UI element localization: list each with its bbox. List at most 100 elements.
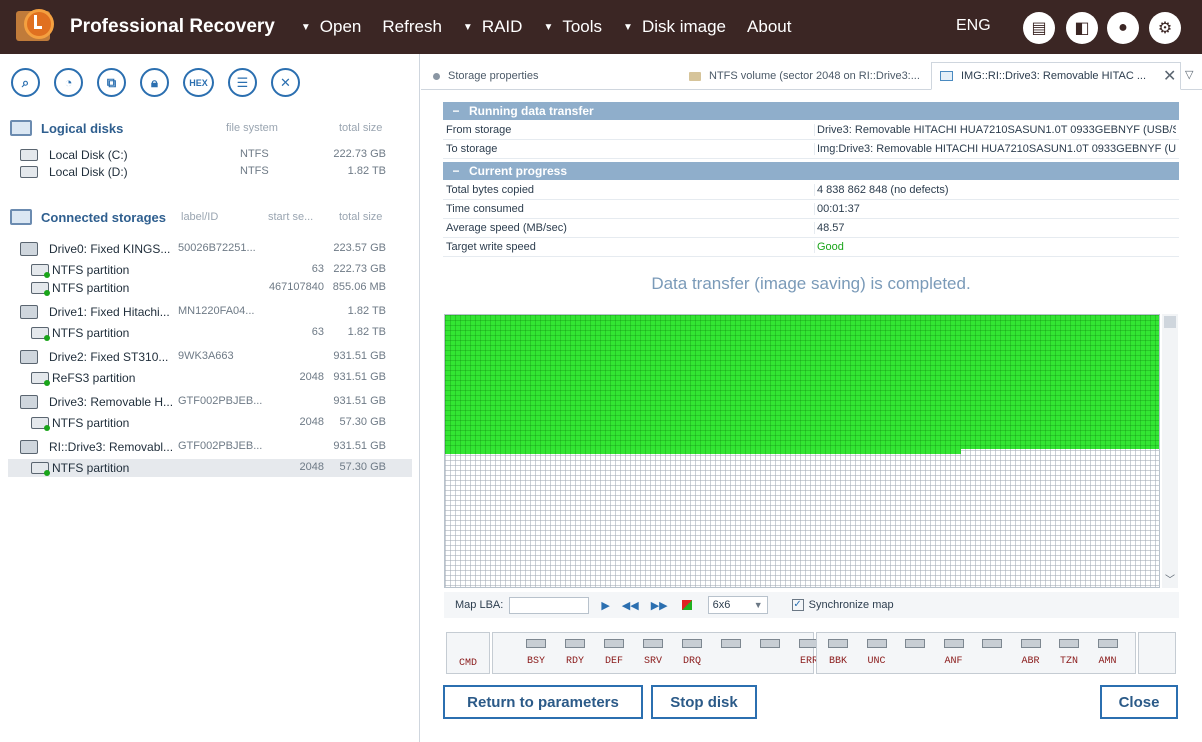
copy-icon[interactable]: ⧉ [97, 68, 126, 97]
close-icon[interactable]: ✕ [271, 68, 300, 97]
list-item-drive[interactable]: Drive2: Fixed ST310... 9WK3A663 931.51 GB [8, 348, 412, 366]
storage-name: Drive3: Removable H... [49, 395, 174, 409]
col-label-id: label/ID [181, 211, 219, 223]
map-toolbar: Map LBA: ▶ ◀◀ ▶▶ 6x6 ▼ ✓ Synchronize map [444, 592, 1179, 618]
disk-map-scrollbar[interactable]: ﹀ [1162, 314, 1178, 588]
register-empty [897, 639, 933, 656]
menu-tools[interactable]: ▼ Tools [543, 17, 602, 37]
register-empty [752, 639, 788, 656]
list-item-drive[interactable]: Drive1: Fixed Hitachi... MN1220FA04... 1.8… [8, 303, 412, 321]
storage-id: 9WK3A663 [178, 350, 234, 362]
list-icon[interactable]: ☰ [228, 68, 257, 97]
user-icon[interactable]: ● [1107, 12, 1139, 44]
disk-map[interactable] [444, 314, 1160, 588]
tab-storage-properties[interactable]: Storage properties [433, 62, 683, 90]
sync-map-checkbox[interactable]: ✓ [791, 599, 804, 611]
prop-average-speed: Average speed (MB/sec) 48.57 [443, 219, 1179, 238]
main-menu: ▼ Open Refresh ▼ RAID ▼ Tools ▼ Disk image A… [301, 0, 813, 54]
app-title: Professional Recovery [70, 16, 275, 37]
list-item-partition[interactable]: NTFS partition 467107840 855.06 MB [8, 279, 412, 297]
tab-list-icon[interactable]: ▽ [1185, 68, 1193, 81]
language-selector[interactable]: ENG [956, 17, 991, 35]
menu-about[interactable]: About [747, 17, 791, 37]
register-bsy: BSY [518, 639, 554, 667]
list-item-partition[interactable]: ReFS3 partition 2048 931.51 GB [8, 369, 412, 387]
list-item-logical-disk[interactable]: Local Disk (D:) NTFS 1.82 TB [8, 163, 412, 181]
storage-id: GTF002PBJEB... [178, 395, 262, 407]
list-item-logical-disk[interactable]: Local Disk (C:) NTFS 222.73 GB [8, 146, 412, 164]
menu-raid[interactable]: ▼ RAID [463, 17, 523, 37]
chart-icon[interactable]: ◔ [54, 68, 83, 97]
close-button[interactable]: Close [1100, 685, 1178, 719]
caret-down-icon: ▼ [623, 21, 633, 33]
drive-icon [20, 440, 38, 454]
return-to-parameters-button[interactable]: Return to parameters [443, 685, 643, 719]
menu-refresh[interactable]: Refresh [382, 17, 442, 37]
menu-open-label: Open [319, 17, 362, 36]
prop-value: 4 838 862 848 (no defects) [814, 184, 1176, 196]
menu-about-label: About [747, 17, 792, 36]
register-label: TZN [1059, 656, 1078, 667]
list-item-partition[interactable]: NTFS partition 63 222.73 GB [8, 261, 412, 279]
menu-disk-image[interactable]: ▼ Disk image [623, 17, 726, 37]
scroll-thumb[interactable] [1164, 316, 1176, 328]
lock-icon[interactable]: 🔒︎ [140, 68, 169, 97]
chevron-down-icon: ▼ [753, 600, 763, 610]
col-total-size: total size [339, 211, 383, 223]
group-current-progress[interactable]: − Current progress [443, 162, 1179, 180]
search-icon[interactable]: ⌕ [11, 68, 40, 97]
list-item-drive[interactable]: Drive3: Removable H... GTF002PBJEB... 931.… [8, 393, 412, 411]
register-panel: CMD BSY RDY DEF SRV DRQ ERR BBK UNC ANF ABR TZN AM… [446, 632, 1178, 674]
fast-forward-icon[interactable]: ▶▶ [651, 599, 668, 612]
menu-open[interactable]: ▼ Open [301, 17, 362, 37]
list-item-partition[interactable]: NTFS partition 2048 57.30 GB [8, 414, 412, 432]
register-label: BBK [828, 656, 847, 667]
connected-storages-header: Connected storages label/ID start se... … [10, 207, 410, 227]
led-indicator [760, 639, 780, 648]
legend-icon[interactable] [681, 600, 692, 610]
list-item-partition[interactable]: NTFS partition 63 1.82 TB [8, 324, 412, 342]
led-indicator [721, 639, 741, 648]
hex-icon[interactable]: HEX [183, 68, 214, 97]
log-icon[interactable]: ▤ [1023, 12, 1055, 44]
left-toolbar: ⌕ ◔ ⧉ 🔒︎ HEX ☰ ✕ [0, 54, 419, 97]
block-size-select[interactable]: 6x6 ▼ [707, 596, 768, 614]
partition-icon [31, 282, 50, 296]
app-logo-icon [14, 5, 58, 49]
settings-gear-icon[interactable]: ⚙ [1149, 12, 1181, 44]
error-register-box: BBK UNC ANF ABR TZN AMN [816, 632, 1136, 674]
logical-disks-header: Logical disks file system total size [10, 118, 410, 138]
chevron-down-icon[interactable]: ﹀ [1165, 571, 1175, 586]
list-item-drive[interactable]: RI::Drive3: Removabl... GTF002PBJEB... 931… [8, 438, 412, 456]
led-indicator [982, 639, 1002, 648]
caret-down-icon: ▼ [543, 21, 554, 33]
storage-size: 931.51 GB [333, 371, 386, 383]
register-empty [974, 639, 1010, 656]
map-lba-input[interactable] [509, 596, 590, 614]
storage-name: Drive0: Fixed KINGS... [49, 242, 171, 256]
play-icon[interactable]: ▶ [601, 599, 609, 612]
partition-icon [31, 327, 50, 341]
stop-disk-button[interactable]: Stop disk [651, 685, 757, 719]
panels-icon[interactable]: ◧ [1066, 12, 1098, 44]
disk-size: 1.82 TB [347, 165, 386, 177]
rewind-icon[interactable]: ◀◀ [622, 599, 639, 612]
register-label: DEF [604, 656, 623, 667]
map-lba-label: Map LBA: [455, 599, 504, 611]
image-transfer-panel: Storage properties NTFS volume (sector 2… [421, 54, 1202, 742]
prop-key: To storage [446, 143, 498, 155]
col-total-size: total size [339, 122, 383, 134]
drive-icon [20, 242, 38, 256]
tab-close-icon[interactable]: ✕ [1163, 66, 1176, 86]
register-srv: SRV [635, 639, 671, 667]
list-item-partition[interactable]: NTFS partition 2048 57.30 GB [8, 459, 412, 477]
disk-name: Local Disk (D:) [49, 165, 128, 179]
storage-name: NTFS partition [52, 416, 130, 430]
tab-ntfs-volume[interactable]: NTFS volume (sector 2048 on RI::Drive3:.… [689, 62, 929, 90]
tab-image[interactable]: IMG::RI::Drive3: Removable HITAC ... [931, 62, 1181, 90]
storage-id: 50026B72251... [178, 242, 256, 254]
list-item-drive[interactable]: Drive0: Fixed KINGS... 50026B72251... 223.… [8, 240, 412, 258]
group-running-transfer[interactable]: − Running data transfer [443, 102, 1179, 120]
storage-name: NTFS partition [52, 326, 130, 340]
storage-stack-icon [10, 209, 32, 225]
